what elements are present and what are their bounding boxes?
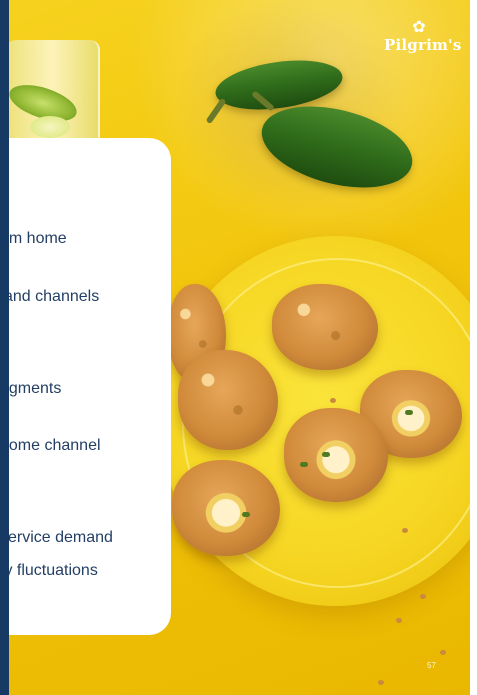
crumb	[396, 618, 402, 623]
bullet-line: ty fluctuations	[0, 562, 98, 579]
lime-slice-image	[30, 116, 70, 138]
bullet-line: om home	[0, 230, 67, 247]
crumb	[420, 594, 426, 599]
navy-side-strip	[0, 0, 9, 695]
nugget-cut-image	[172, 460, 280, 556]
bullet-line: home channel	[0, 437, 101, 454]
crumb	[330, 398, 336, 403]
bullet-line: and channels	[4, 288, 100, 305]
bullet-line: service demand	[0, 529, 113, 546]
crumb	[402, 528, 408, 533]
page-number: 57	[427, 661, 436, 670]
jalapeno-bit	[242, 512, 250, 517]
pilgrims-logo: ✿ Pilgrim's	[384, 19, 462, 64]
jalapeno-bit	[405, 410, 413, 415]
logo-text: Pilgrim's	[384, 36, 462, 54]
nugget-image	[178, 350, 278, 450]
crumb	[440, 650, 446, 655]
jalapeno-bit	[300, 462, 308, 467]
slide-photo-background: ✿ Pilgrim's om home and channels egments…	[0, 0, 470, 695]
nugget-image	[272, 284, 378, 370]
content-card: om home and channels egments home channe…	[0, 138, 171, 635]
nugget-cut-image	[284, 408, 388, 502]
bullet-line: egments	[0, 380, 62, 397]
rooster-icon: ✿	[412, 19, 426, 36]
jalapeno-bit	[322, 452, 330, 457]
crumb	[378, 680, 384, 685]
